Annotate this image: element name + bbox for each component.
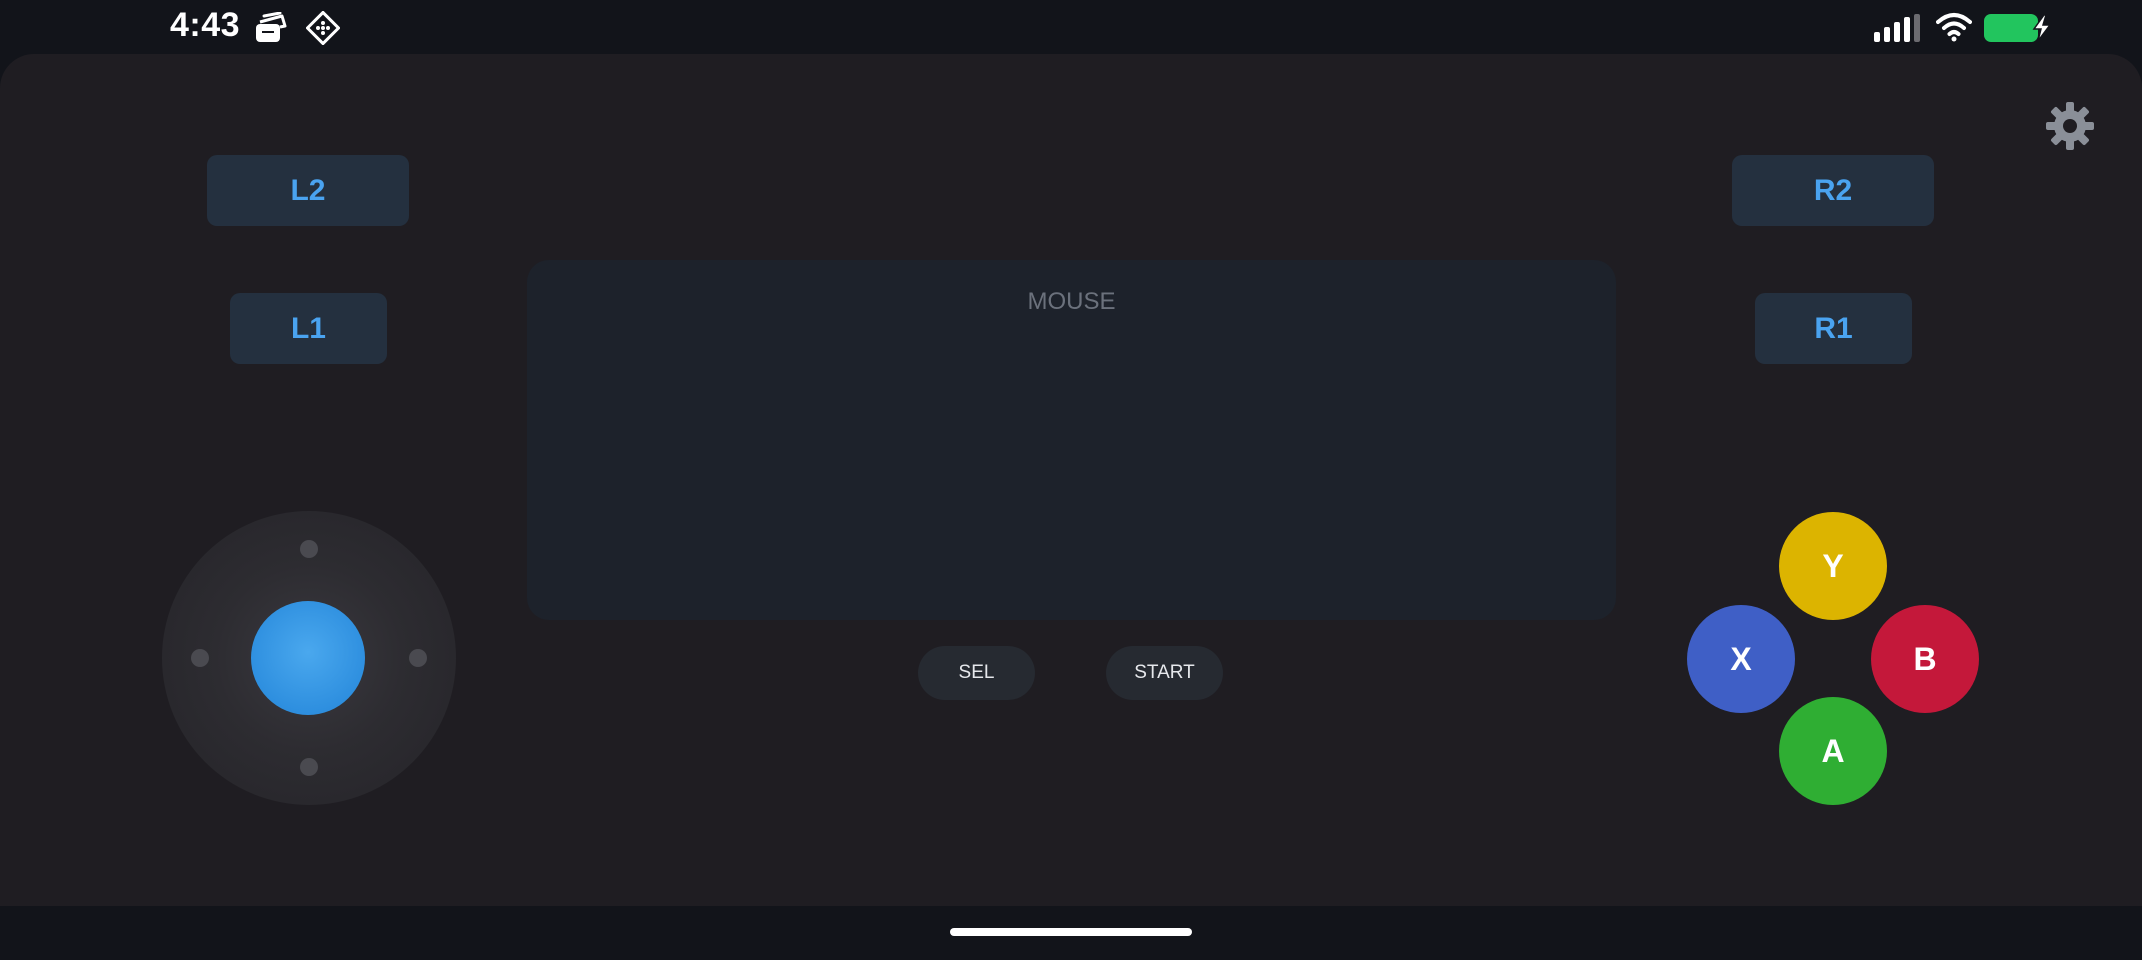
cellular-signal-icon bbox=[1874, 14, 1920, 42]
wifi-icon bbox=[1936, 13, 1972, 42]
controller-screen: 4:43 L2 L1 R2 R1 MOUSE SEL START Y X B A bbox=[0, 0, 2142, 960]
battery-charging-icon bbox=[1984, 13, 2054, 43]
joystick-right-dot bbox=[409, 649, 427, 667]
joystick-up-dot bbox=[300, 540, 318, 558]
r2-button[interactable]: R2 bbox=[1732, 155, 1934, 226]
mouse-touchpad[interactable]: MOUSE bbox=[527, 260, 1616, 620]
l1-button[interactable]: L1 bbox=[230, 293, 387, 364]
y-button[interactable]: Y bbox=[1779, 512, 1887, 620]
a-button[interactable]: A bbox=[1779, 697, 1887, 805]
home-indicator[interactable] bbox=[950, 928, 1192, 936]
joystick-knob[interactable] bbox=[251, 601, 365, 715]
b-button[interactable]: B bbox=[1871, 605, 1979, 713]
l2-button[interactable]: L2 bbox=[207, 155, 409, 226]
select-button[interactable]: SEL bbox=[918, 646, 1035, 700]
status-bar: 4:43 bbox=[0, 0, 2142, 54]
diamond-grid-icon bbox=[306, 11, 340, 45]
r1-button[interactable]: R1 bbox=[1755, 293, 1912, 364]
notes-stack-icon bbox=[256, 12, 287, 42]
gear-icon[interactable] bbox=[2044, 100, 2096, 152]
x-button[interactable]: X bbox=[1687, 605, 1795, 713]
joystick-down-dot bbox=[300, 758, 318, 776]
status-time: 4:43 bbox=[170, 6, 241, 44]
start-button[interactable]: START bbox=[1106, 646, 1223, 700]
joystick-left-dot bbox=[191, 649, 209, 667]
mouse-label: MOUSE bbox=[1027, 288, 1116, 315]
